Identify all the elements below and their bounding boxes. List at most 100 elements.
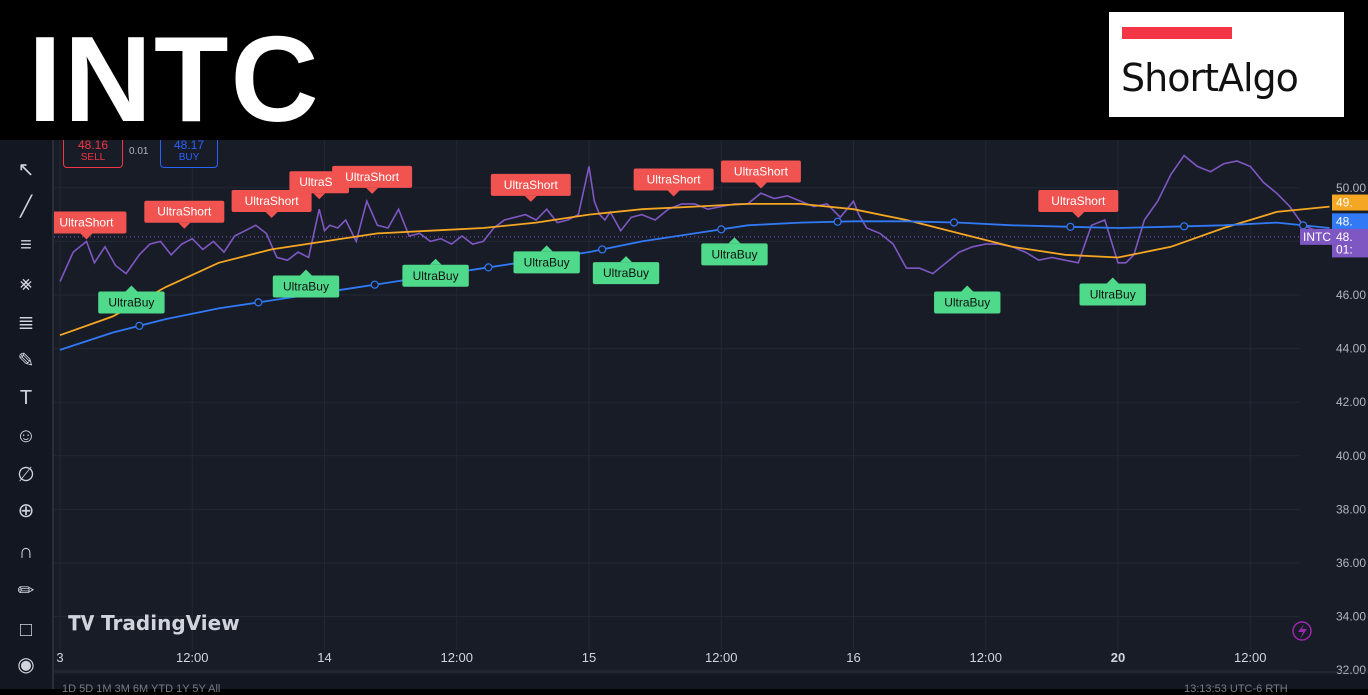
- eye-icon[interactable]: ◉: [10, 652, 42, 678]
- ultrabuy-label: UltraBuy: [513, 245, 580, 274]
- label-text: UltraShort: [647, 173, 702, 187]
- pattern-icon[interactable]: ⨳: [10, 271, 42, 297]
- bottom-bar: 1D 5D 1M 3M 6M YTD 1Y 5Y All 13:13:53 UT…: [54, 675, 1368, 695]
- trendline-icon[interactable]: ╱: [10, 194, 42, 220]
- symbol-badge: INTC: [1300, 228, 1332, 245]
- ultrashort-label: UltraShort: [144, 200, 225, 229]
- cursor-icon[interactable]: ↖: [10, 157, 42, 183]
- label-text: UltraBuy: [603, 266, 649, 280]
- ma-fast-line: [59, 203, 1330, 337]
- x-tick-label: 12:00: [176, 650, 209, 665]
- label-pointer: [125, 285, 138, 292]
- label-pointer: [524, 195, 537, 202]
- ultrashort-label: UltraShort: [490, 173, 571, 202]
- y-tick-label: 46.00: [1336, 288, 1366, 302]
- sell-label: SELL: [80, 152, 106, 163]
- x-tick-label: 20: [1111, 650, 1125, 665]
- forecast-icon[interactable]: ≣: [10, 310, 42, 336]
- logo-red-bar: [1122, 27, 1232, 39]
- lock-icon[interactable]: □: [10, 617, 42, 643]
- chart-area[interactable]: 32.00 34.00 36.00 38.00 40.00 42.00 44.00 46.00…: [54, 140, 1368, 675]
- ma-marker: [1066, 222, 1075, 231]
- y-tick-label: 40.00: [1336, 449, 1366, 463]
- label-text: UltraBuy: [283, 279, 329, 293]
- label-pointer: [366, 187, 379, 194]
- price-chart[interactable]: 32.00 34.00 36.00 38.00 40.00 42.00 44.00 46.00…: [54, 140, 1368, 675]
- price-badge: 01:: [1332, 241, 1368, 258]
- label-text: UltraBuy: [524, 255, 570, 269]
- ultrashort-label: UltraShort: [633, 168, 714, 197]
- x-axis[interactable]: 3 12:00 14 12:00 15 12:00 16 12:00 20 12:00: [54, 650, 1368, 673]
- label-pointer: [667, 190, 680, 197]
- ma-marker: [370, 280, 379, 289]
- tradingview-watermark: 𝐓𝐕 TradingView: [68, 611, 240, 635]
- ma-marker: [254, 298, 263, 307]
- magnet-icon[interactable]: ∩: [10, 539, 42, 565]
- brush-icon[interactable]: ✎: [10, 348, 42, 374]
- fib-icon[interactable]: ≡: [10, 232, 42, 258]
- price-badge-text: 48.: [1336, 214, 1353, 228]
- label-pointer: [1072, 212, 1085, 218]
- label-pointer: [620, 256, 633, 263]
- x-tick-label: 16: [846, 650, 860, 665]
- ultrashort-label: UltraShort: [231, 190, 312, 218]
- clock: 13:13:53 UTC-6 RTH: [1184, 683, 1288, 695]
- buy-label: BUY: [178, 152, 200, 163]
- label-text: UltraBuy: [944, 296, 990, 310]
- zoom-icon[interactable]: ⊕: [10, 498, 42, 524]
- price-badge: 49.: [1332, 194, 1368, 211]
- label-pointer: [961, 285, 974, 292]
- ultrabuy-label: UltraBuy: [1079, 277, 1146, 306]
- ma-marker: [949, 218, 959, 227]
- y-tick-label: 32.00: [1336, 663, 1366, 675]
- ma-marker: [598, 245, 607, 254]
- ma-marker: [1299, 221, 1308, 230]
- x-tick-label: 3: [56, 650, 63, 665]
- ultrabuy-label: UltraBuy: [592, 256, 660, 285]
- x-tick-label: 14: [317, 650, 331, 665]
- y-tick-label: 34.00: [1336, 610, 1366, 624]
- title-banner: INTC ShortAlgo: [0, 0, 1368, 140]
- ruler-icon[interactable]: ∅: [10, 462, 42, 488]
- label-text: UltraShort: [157, 205, 212, 219]
- ma-marker: [833, 217, 842, 226]
- tradingview-logo-icon: 𝐓𝐕: [68, 611, 95, 635]
- label-pointer: [540, 245, 553, 252]
- label-text: UltraShort: [345, 170, 400, 184]
- price-badge-text: 49.: [1336, 196, 1353, 210]
- lock-draw-icon[interactable]: ✏: [10, 578, 42, 604]
- ultrashort-label: UltraShort: [1038, 190, 1119, 218]
- label-pointer: [728, 237, 741, 244]
- y-tick-label: 44.00: [1336, 342, 1366, 356]
- label-text: UltraShort: [245, 194, 300, 208]
- ultrabuy-label: UltraBuy: [98, 285, 165, 314]
- x-tick-label: 15: [582, 650, 596, 665]
- emoji-icon[interactable]: ☺: [10, 423, 42, 449]
- spread-value: 0.01: [129, 146, 149, 157]
- ultrabuy-label: UltraBuy: [934, 285, 1001, 314]
- label-text: UltraShort: [1051, 194, 1106, 208]
- ultrabuy-label: UltraBuy: [402, 258, 469, 287]
- x-tick-label: 12:00: [705, 650, 738, 665]
- y-tick-label: 50.00: [1336, 181, 1366, 195]
- period-selector[interactable]: 1D 5D 1M 3M 6M YTD 1Y 5Y All: [62, 683, 220, 695]
- x-tick-label: 12:00: [969, 650, 1002, 665]
- label-text: UltraShort: [504, 178, 559, 192]
- x-tick-label: 12:00: [1234, 650, 1267, 665]
- shortalgo-logo: ShortAlgo: [1109, 12, 1344, 117]
- tradingview-text: TradingView: [101, 611, 240, 635]
- ma-marker: [717, 225, 726, 234]
- ultrashort-label: UltraShort: [54, 211, 127, 240]
- label-text: UltraBuy: [1090, 288, 1136, 302]
- label-pointer: [178, 222, 191, 229]
- ultrashort-label: UltraShort: [720, 160, 801, 189]
- label-pointer: [1106, 277, 1119, 284]
- grid: [54, 140, 1300, 671]
- label-pointer: [313, 193, 326, 200]
- ma-marker: [484, 263, 493, 272]
- text-icon[interactable]: T: [10, 385, 42, 411]
- ticker-title: INTC: [28, 11, 321, 147]
- label-text: UltraBuy: [108, 296, 154, 310]
- ma-marker: [135, 321, 144, 330]
- symbol-badge-text: INTC: [1303, 230, 1331, 244]
